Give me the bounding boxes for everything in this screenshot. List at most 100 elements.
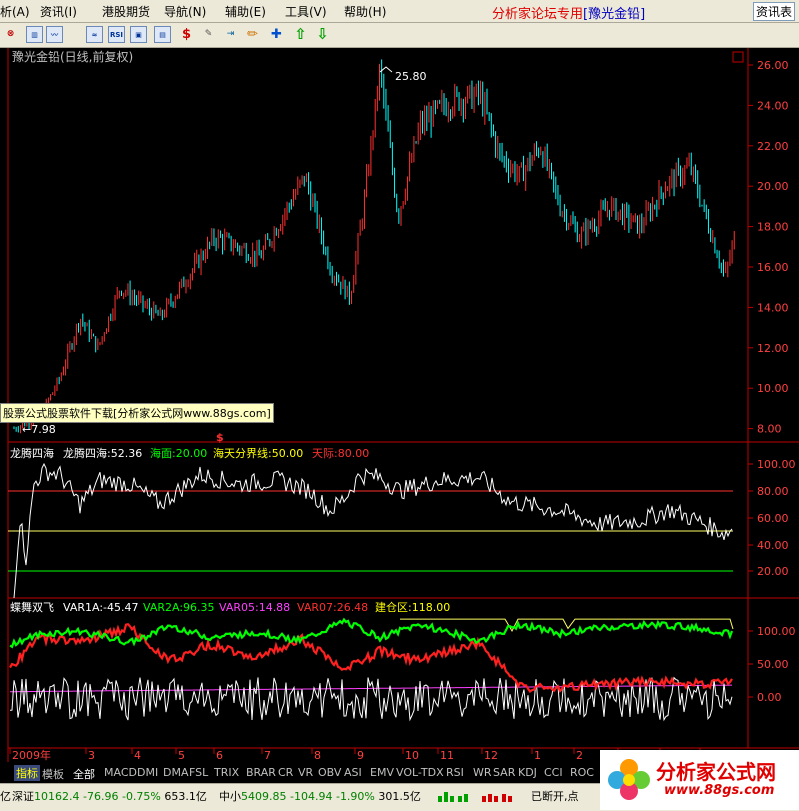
up-arrow-icon[interactable]: ⇧	[292, 26, 309, 43]
index2-value: 5409.85	[241, 790, 287, 803]
main-y-tick: 20.00	[757, 180, 789, 193]
menu-assist[interactable]: 辅助(E)	[225, 3, 266, 20]
tab-cr[interactable]: CR	[278, 766, 293, 779]
tab-roc[interactable]: ROC	[570, 766, 594, 779]
pencil-icon[interactable]: ✏	[244, 26, 261, 43]
x-axis-label: 10	[405, 749, 419, 762]
menu-help[interactable]: 帮助(H)	[344, 3, 386, 20]
window-icon[interactable]: ▣	[130, 26, 147, 43]
tab-brar[interactable]: BRAR	[246, 766, 276, 779]
panel3-y-tick: 50.00	[757, 658, 789, 671]
x-axis-label: 7	[264, 749, 271, 762]
menu-navigate[interactable]: 导航(N)	[164, 3, 206, 20]
tab-vol-tdx[interactable]: VOL-TDX	[396, 766, 444, 779]
menu-bar: 析(A) 资讯(I) 港股期货 导航(N) 辅助(E) 工具(V) 帮助(H) …	[0, 0, 799, 23]
tab-emv[interactable]: EMV	[370, 766, 394, 779]
tool-icon[interactable]: ✎	[200, 26, 217, 43]
forum-label: 分析家论坛专用[豫光金铅]	[492, 7, 646, 22]
index1-value: 10162.4	[34, 790, 80, 803]
tab-kdj[interactable]: KDJ	[518, 766, 537, 779]
main-y-tick: 24.00	[757, 99, 789, 112]
tab-dma[interactable]: DMA	[163, 766, 189, 779]
tab-全部[interactable]: 全部	[73, 766, 95, 782]
tab-vr[interactable]: VR	[298, 766, 313, 779]
trend-icon[interactable]: 〰	[46, 26, 63, 43]
panel3-legend-var1a: VAR1A:-45.47	[63, 601, 139, 614]
panel2-name: 龙腾四海	[10, 446, 54, 460]
tab-fsl[interactable]: FSL	[189, 766, 208, 779]
dollar-icon[interactable]: $	[178, 26, 195, 43]
x-axis-label: 8	[314, 749, 321, 762]
index1-change: -76.96	[83, 790, 119, 803]
cross-icon[interactable]: ✚	[268, 26, 285, 43]
panel3-name: 蝶舞双飞	[10, 600, 54, 614]
tab-asi[interactable]: ASI	[344, 766, 362, 779]
index1-name: 深证	[12, 790, 34, 803]
main-y-tick: 16.00	[757, 261, 789, 274]
x-axis-label: 2009年	[12, 748, 51, 762]
main-y-tick: 18.00	[757, 221, 789, 234]
info-table-button[interactable]: 资讯表	[753, 2, 796, 21]
tab-obv[interactable]: OBV	[318, 766, 341, 779]
main-y-tick: 10.00	[757, 382, 789, 395]
tab-macd[interactable]: MACD	[104, 766, 137, 779]
main-y-tick: 26.00	[757, 59, 789, 72]
main-y-tick: 22.00	[757, 140, 789, 153]
index-shenzhen: 深证10162.4 -76.96 -0.75% 653.1亿	[12, 788, 207, 804]
down-arrow-icon[interactable]: ⇩	[314, 26, 331, 43]
panel3-y-tick: 100.00	[757, 625, 796, 638]
main-y-tick: 14.00	[757, 301, 789, 314]
forum-stock-name: [豫光金铅]	[583, 7, 646, 22]
index2-amount: 301.5亿	[378, 790, 421, 803]
panel2-legend-mid: 海天分界线:50.00	[213, 446, 303, 460]
tab-sar[interactable]: SAR	[493, 766, 515, 779]
monitor-icon[interactable]: ▤	[154, 26, 171, 43]
menu-hk-futures[interactable]: 港股期货	[102, 3, 150, 20]
panel3-legend-var05: VAR05:14.88	[219, 601, 290, 614]
tab-rsi[interactable]: RSI	[446, 766, 464, 779]
index2-name: 中小	[219, 790, 241, 803]
x-axis-label: 2	[576, 749, 583, 762]
high-price-label: 25.80	[395, 70, 427, 83]
x-axis-label: 4	[134, 749, 141, 762]
buy-marker: $	[216, 431, 224, 444]
chart-icon[interactable]: ▥	[26, 26, 43, 43]
tab-dmi[interactable]: DMI	[137, 766, 158, 779]
flower-logo-icon	[608, 759, 650, 800]
main-y-tick: 8.00	[757, 423, 782, 436]
tab-模板[interactable]: 模板	[42, 766, 64, 782]
panel2-legend-sea: 海面:20.00	[150, 446, 207, 460]
tab-wr[interactable]: WR	[473, 766, 492, 779]
menu-analysis[interactable]: 析(A)	[0, 3, 30, 20]
panel3-legend: 蝶舞双飞 VAR1A:-45.47 VAR2A:96.35 VAR05:14.8…	[10, 600, 450, 614]
main-panel-title: 豫光金铅(日线,前复权)	[12, 49, 133, 64]
wave-icon[interactable]: ≈	[86, 26, 103, 43]
panel2-legend-main: 龙腾四海:52.36	[63, 446, 142, 460]
x-axis-label: 5	[178, 749, 185, 762]
menu-info[interactable]: 资讯(I)	[40, 3, 77, 20]
promo-banner[interactable]: 股票公式股票软件下载[分析家公式网www.88gs.com]	[0, 403, 274, 423]
index2-pct: -1.90%	[335, 790, 375, 803]
close-icon[interactable]: ⊗	[2, 26, 19, 43]
x-axis-label: 11	[440, 749, 454, 762]
x-axis-label: 12	[484, 749, 498, 762]
tab-trix[interactable]: TRIX	[214, 766, 239, 779]
index1-pct: -0.75%	[121, 790, 161, 803]
logo-url: www.88gs.com	[664, 783, 775, 798]
export-icon[interactable]: ⇥	[222, 26, 239, 43]
rsi-icon[interactable]: RSI	[108, 26, 125, 43]
index-smallcap: 中小5409.85 -104.94 -1.90% 301.5亿	[219, 788, 421, 804]
panel2-legend-sky: 天际:80.00	[312, 447, 369, 460]
main-y-tick: 12.00	[757, 342, 789, 355]
x-axis-label: 9	[357, 749, 364, 762]
x-axis-label: 6	[216, 749, 223, 762]
index2-change: -104.94	[290, 790, 333, 803]
panel2-y-tick: 60.00	[757, 512, 789, 525]
tab-cci[interactable]: CCI	[544, 766, 563, 779]
tab-指标[interactable]: 指标	[14, 765, 40, 781]
low-price-label: ←7.98	[22, 423, 56, 436]
menu-tools[interactable]: 工具(V)	[285, 3, 327, 20]
site-logo: 分析家公式网 www.88gs.com	[600, 750, 799, 810]
panel2-legend: 龙腾四海 龙腾四海:52.36 海面:20.00 海天分界线:50.00 天际:…	[10, 446, 369, 460]
connection-status: 已断开,点	[531, 790, 579, 803]
